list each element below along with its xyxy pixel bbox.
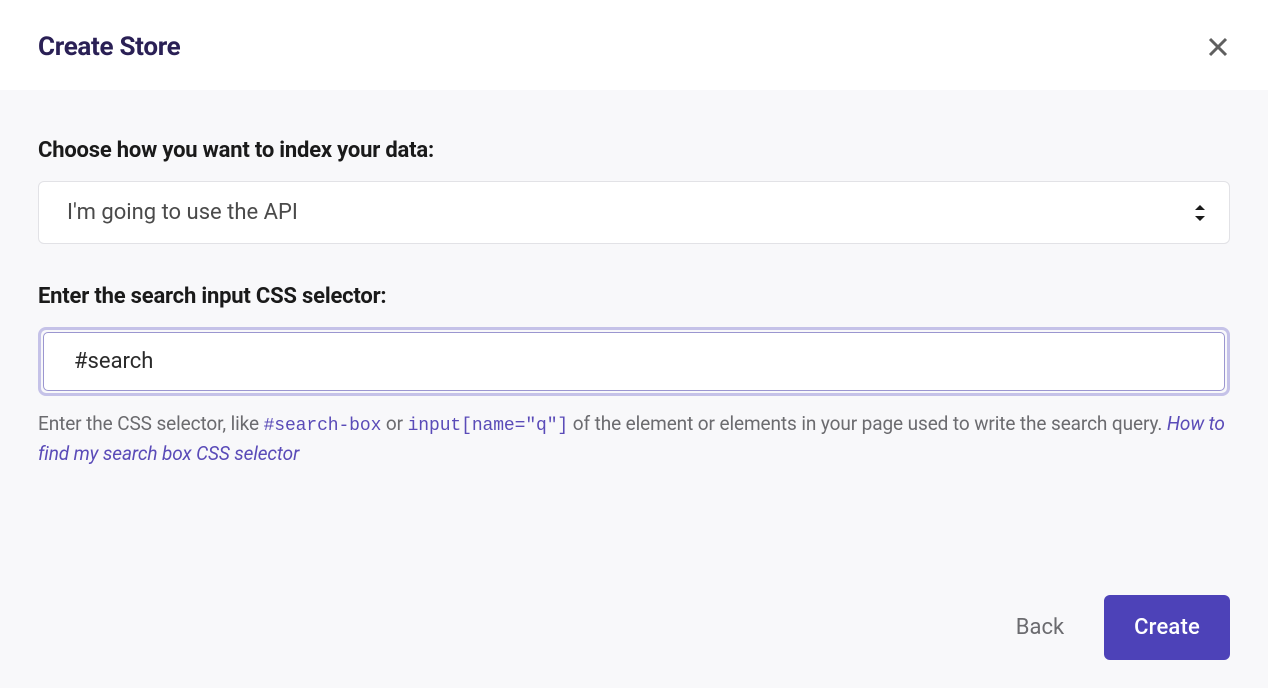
help-code-example-1: #search-box <box>264 416 382 436</box>
selector-input-focus-ring <box>38 327 1230 396</box>
selector-input[interactable] <box>43 332 1225 391</box>
help-text-part: or <box>381 412 407 435</box>
index-method-select[interactable]: I'm going to use the API <box>38 181 1230 244</box>
dialog-header: Create Store <box>0 0 1268 90</box>
help-code-example-2: input[name="q"] <box>408 416 569 436</box>
selector-label: Enter the search input CSS selector: <box>38 284 1230 309</box>
dialog-title: Create Store <box>38 32 180 62</box>
dialog-content: Choose how you want to index your data: … <box>0 90 1268 688</box>
create-button[interactable]: Create <box>1104 595 1230 660</box>
close-icon[interactable] <box>1206 35 1230 59</box>
back-button[interactable]: Back <box>1008 605 1072 650</box>
help-text-part: Enter the CSS selector, like <box>38 412 264 435</box>
dialog-footer: Back Create <box>1008 595 1230 660</box>
index-method-select-wrapper: I'm going to use the API <box>38 181 1230 244</box>
selector-input-wrapper <box>38 327 1230 396</box>
help-text-part: of the element or elements in your page … <box>568 412 1167 435</box>
index-method-label: Choose how you want to index your data: <box>38 138 1230 163</box>
selector-help-text: Enter the CSS selector, like #search-box… <box>38 410 1230 469</box>
